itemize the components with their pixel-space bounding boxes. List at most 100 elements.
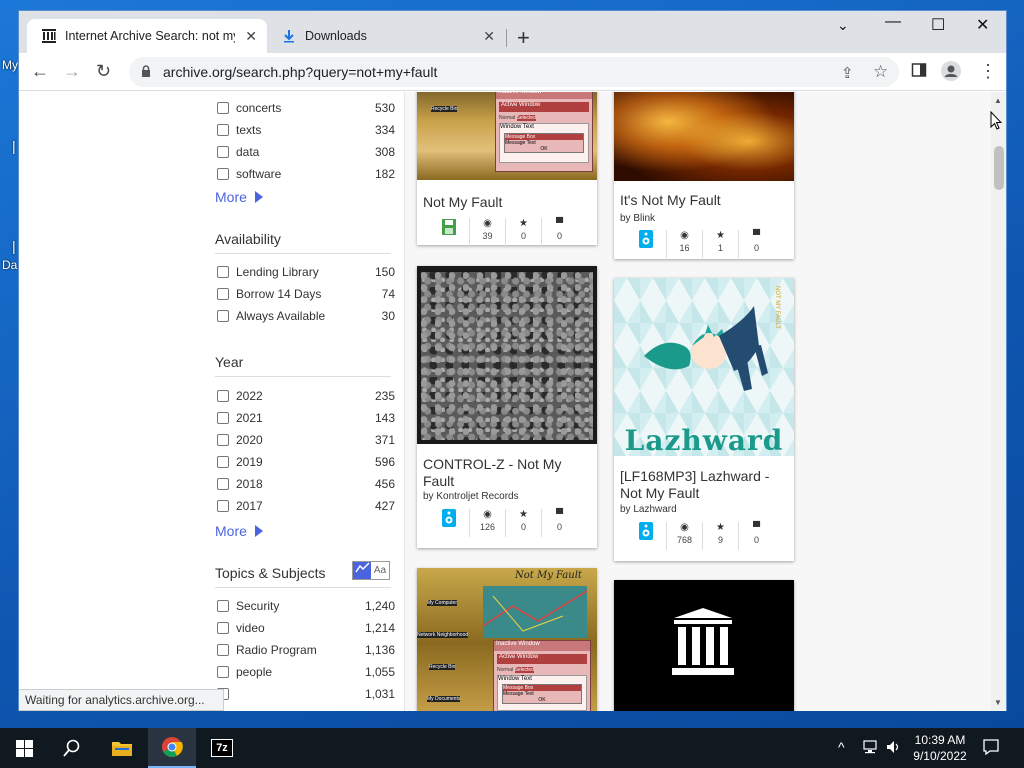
divider xyxy=(404,92,405,711)
item-creator[interactable]: by Blink xyxy=(620,213,655,224)
checkbox[interactable] xyxy=(217,666,229,678)
7zip-taskbar-button[interactable]: 7z xyxy=(200,728,244,768)
checkbox[interactable] xyxy=(217,124,229,136)
item-thumbnail[interactable]: Inactive Window Active Window Normal Sel… xyxy=(417,92,597,180)
side-panel-icon[interactable] xyxy=(911,62,927,83)
facet-row-topic[interactable]: Radio Program 1,136 xyxy=(215,640,395,658)
menu-kebab-icon[interactable]: ⋮ xyxy=(979,61,997,82)
tab-downloads[interactable]: Downloads ✕ xyxy=(267,19,505,53)
item-thumbnail[interactable]: NOT MY FAULT Lazhward xyxy=(614,278,794,456)
facet-row-lending-library[interactable]: Lending Library 150 xyxy=(215,262,395,280)
facet-row-software[interactable]: software 182 xyxy=(215,164,395,182)
facet-row-topic[interactable]: people 1,055 xyxy=(215,662,395,680)
back-button[interactable]: ← xyxy=(31,61,49,82)
checkbox[interactable] xyxy=(217,622,229,634)
checkbox[interactable] xyxy=(217,500,229,512)
facet-row-year[interactable]: 2018 456 xyxy=(215,474,395,492)
checkbox[interactable] xyxy=(217,168,229,180)
facet-row-data[interactable]: data 308 xyxy=(215,142,395,160)
chrome-taskbar-button[interactable] xyxy=(148,728,196,768)
item-thumbnail[interactable] xyxy=(614,580,794,705)
item-title[interactable]: Not My Fault xyxy=(423,194,593,211)
notification-icon[interactable] xyxy=(982,738,1000,768)
forward-button[interactable]: → xyxy=(63,61,81,82)
item-creator[interactable]: by Kontroljet Records xyxy=(423,491,519,502)
close-icon[interactable]: ✕ xyxy=(483,28,495,45)
minimize-button[interactable]: — xyxy=(885,13,901,31)
facet-row-always-available[interactable]: Always Available 30 xyxy=(215,306,395,324)
maximize-button[interactable]: ☐ xyxy=(931,15,945,35)
facet-row-year[interactable]: 2019 596 xyxy=(215,452,395,470)
tray-chevron-icon[interactable]: ^ xyxy=(838,739,845,768)
reload-button[interactable]: ↻ xyxy=(96,61,111,82)
checkbox[interactable] xyxy=(217,288,229,300)
facet-row-borrow-14-days[interactable]: Borrow 14 Days 74 xyxy=(215,284,395,302)
result-tile[interactable] xyxy=(614,580,794,711)
network-icon[interactable] xyxy=(862,740,880,768)
item-thumbnail[interactable]: Not My Fault My Computer Network Neighbo… xyxy=(417,568,597,711)
facet-row-year[interactable]: 2020 371 xyxy=(215,430,395,448)
download-icon xyxy=(281,28,297,44)
checkbox[interactable] xyxy=(217,412,229,424)
checkbox[interactable] xyxy=(217,644,229,656)
checkbox[interactable] xyxy=(217,102,229,114)
scroll-thumb[interactable] xyxy=(994,146,1004,190)
facet-row-year[interactable]: 2022 235 xyxy=(215,386,395,404)
chart-view-icon[interactable] xyxy=(353,562,371,579)
item-creator[interactable]: by Lazhward xyxy=(620,504,677,515)
facet-count: 143 xyxy=(374,411,395,425)
new-tab-button[interactable]: + xyxy=(517,25,530,51)
desktop-icon-label[interactable]: Da xyxy=(2,258,17,272)
scroll-down-icon[interactable]: ▼ xyxy=(994,698,1002,707)
volume-icon[interactable] xyxy=(886,740,902,768)
checkbox[interactable] xyxy=(217,266,229,278)
more-year-link[interactable]: More xyxy=(215,523,263,539)
scroll-up-icon[interactable]: ▲ xyxy=(994,96,1002,105)
facet-row-topic[interactable]: video 1,214 xyxy=(215,618,395,636)
address-bar[interactable]: archive.org/search.php?query=not+my+faul… xyxy=(129,57,899,87)
bookmark-star-icon[interactable]: ☆ xyxy=(873,62,888,82)
checkbox[interactable] xyxy=(217,146,229,158)
desktop-icon-label[interactable]: My xyxy=(2,58,18,72)
result-tile[interactable]: It's Not My Fault by Blink ◉ 16 ★ 1 ▀ 0 xyxy=(614,92,794,259)
tab-archive-search[interactable]: Internet Archive Search: not my f ✕ xyxy=(27,19,267,53)
window-text-box: Window Text Message Box Message Text OK xyxy=(497,675,587,711)
facet-row-topic[interactable]: Security 1,240 xyxy=(215,596,395,614)
item-title[interactable]: It's Not My Fault xyxy=(620,192,790,209)
close-icon[interactable]: ✕ xyxy=(245,28,257,45)
checkbox[interactable] xyxy=(217,390,229,402)
checkbox[interactable] xyxy=(217,478,229,490)
result-tile[interactable]: Inactive Window Active Window Normal Sel… xyxy=(417,92,597,246)
checkbox[interactable] xyxy=(217,434,229,446)
item-thumbnail[interactable] xyxy=(417,266,597,444)
profile-avatar-icon[interactable] xyxy=(941,61,961,86)
item-title[interactable]: [LF168MP3] Lazhward - Not My Fault xyxy=(620,468,790,502)
facet-row-concerts[interactable]: concerts 530 xyxy=(215,98,395,116)
page-scrollbar[interactable]: ▲ ▼ xyxy=(991,92,1006,711)
checkbox[interactable] xyxy=(217,456,229,468)
close-window-button[interactable]: ✕ xyxy=(976,15,989,35)
file-explorer-button[interactable] xyxy=(100,728,144,768)
facet-row-texts[interactable]: texts 334 xyxy=(215,120,395,138)
result-tile[interactable]: CONTROL-Z - Not My Fault by Kontroljet R… xyxy=(417,266,597,548)
start-button[interactable] xyxy=(0,728,48,768)
result-tile[interactable]: Not My Fault My Computer Network Neighbo… xyxy=(417,568,597,711)
facet-row-topic[interactable]: 1,031 xyxy=(215,684,395,702)
topics-view-toggle[interactable]: Aa xyxy=(352,561,390,580)
comment-icon: ▀ xyxy=(555,218,564,229)
result-tile[interactable]: NOT MY FAULT Lazhward [LF168MP3] Lazhwar… xyxy=(614,278,794,561)
search-button[interactable] xyxy=(50,728,94,768)
checkbox[interactable] xyxy=(217,310,229,322)
facet-row-year[interactable]: 2017 427 xyxy=(215,496,395,514)
facet-row-year[interactable]: 2021 143 xyxy=(215,408,395,426)
item-thumbnail[interactable] xyxy=(614,92,794,181)
checkbox[interactable] xyxy=(217,600,229,612)
item-title[interactable]: CONTROL-Z - Not My Fault xyxy=(423,456,593,490)
tab-search-chevron-icon[interactable]: ⌄ xyxy=(837,17,849,34)
clock[interactable]: 10:39 AM 9/10/2022 xyxy=(910,732,970,768)
reviews-count: 0 xyxy=(753,535,759,545)
text-view-icon[interactable]: Aa xyxy=(371,562,389,579)
more-mediatype-link[interactable]: More xyxy=(215,189,263,205)
share-icon[interactable]: ⇪ xyxy=(841,64,854,82)
views-count: 39 xyxy=(482,231,493,241)
